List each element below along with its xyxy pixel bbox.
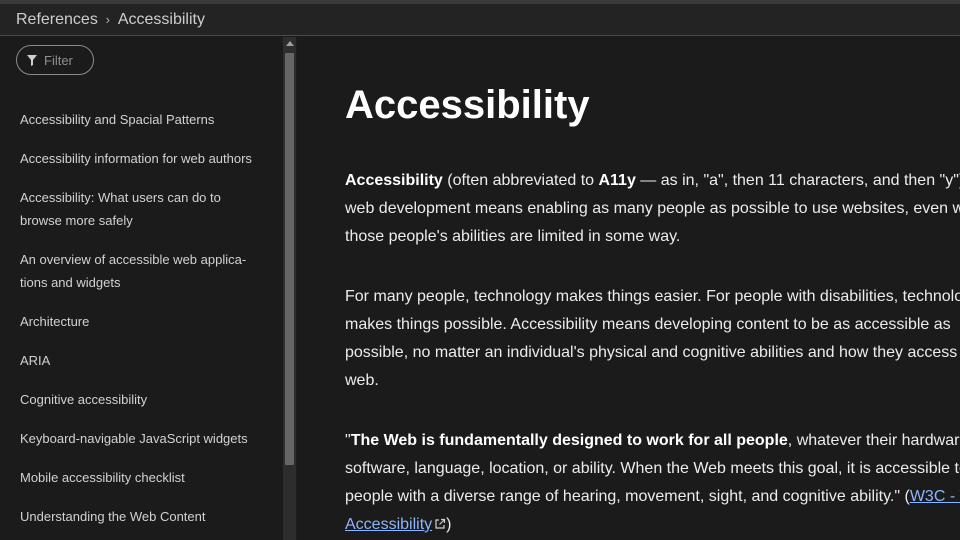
intro-line-3: those people's abilities are limited in … [345, 228, 681, 245]
scrollbar-thumb[interactable] [285, 53, 294, 465]
filter-placeholder: Filter [44, 52, 73, 68]
term-accessibility: Accessibility [345, 172, 443, 189]
sidebar-item-label: Accessibility information for web author… [20, 151, 252, 166]
technology-line-3: possible, no matter an individual's phys… [345, 344, 960, 361]
chevron-right-icon: › [105, 12, 110, 27]
quote-text: people with a diverse range of hearing, … [345, 488, 910, 505]
technology-line-4: web. [345, 372, 379, 389]
sidebar-item[interactable]: Accessibility: What users can do to brows… [20, 186, 280, 232]
scroll-up-arrow-icon[interactable] [286, 41, 294, 46]
term-a11y: A11y [598, 172, 636, 189]
filter-input[interactable]: Filter [16, 45, 94, 75]
intro-line-2: web development means enabling as many p… [345, 200, 960, 217]
quote-emphasis: The Web is fundamentally designed to wor… [350, 432, 788, 449]
sidebar-item-label: Cognitive accessibility [20, 392, 148, 407]
sidebar-item-label: browse more safely [20, 213, 133, 228]
sidebar-item[interactable]: Cognitive accessibility [20, 388, 280, 411]
sidebar-item[interactable]: Keyboard-navigable JavaScript widgets [20, 427, 280, 450]
sidebar-item-label: An overview of accessible web applica- [20, 252, 247, 267]
technology-paragraph: For many people, technology makes things… [345, 283, 960, 395]
technology-line-2: makes things possible. Accessibility mea… [345, 316, 951, 333]
sidebar-item-label: Accessibility and Spacial Patterns [20, 112, 215, 127]
quote-line-4: Accessibility) [345, 511, 960, 539]
intro-text: — as in, "a", then 11 characters, and th… [635, 172, 960, 189]
sidebar-item-label: Keyboard-navigable JavaScript widgets [20, 431, 248, 446]
quote-close: ) [446, 516, 452, 533]
technology-line-1: For many people, technology makes things… [345, 288, 960, 305]
breadcrumb-link-references[interactable]: References [16, 11, 98, 29]
intro-paragraph: Accessibility (often abbreviated to A11y… [345, 167, 960, 251]
main-content: Accessibility Accessibility (often abbre… [297, 37, 960, 540]
sidebar-item-label: ARIA [20, 353, 51, 368]
sidebar-nav: Accessibility and Spacial Patterns Access… [20, 108, 280, 540]
sidebar-item-label: Accessibility: What users can do to [20, 190, 221, 205]
quote-line-1: "The Web is fundamentally designed to wo… [345, 427, 960, 455]
quote-paragraph: "The Web is fundamentally designed to wo… [345, 427, 960, 539]
sidebar-item[interactable]: Architecture [20, 310, 280, 333]
page-title: Accessibility [345, 83, 590, 127]
sidebar-item[interactable]: Mobile accessibility checklist [20, 466, 280, 489]
quote-line-3: people with a diverse range of hearing, … [345, 483, 960, 511]
sidebar-item-label: Architecture [20, 314, 90, 329]
sidebar-item[interactable]: Accessibility information for web author… [20, 147, 280, 170]
sidebar-item-label: Mobile accessibility checklist [20, 470, 185, 485]
filter-icon [27, 54, 37, 66]
quote-line-2: software, language, location, or ability… [345, 460, 960, 477]
quote-text: , whatever their hardware, [787, 432, 960, 449]
intro-text: (often abbreviated to [442, 172, 599, 189]
sidebar: Filter Accessibility and Spacial Pattern… [0, 37, 283, 540]
w3c-link-continued[interactable]: Accessibility [345, 516, 432, 533]
sidebar-item[interactable]: An overview of accessible web applica-ti… [20, 248, 280, 294]
sidebar-item-label: tions and widgets [20, 275, 121, 290]
sidebar-item-label: Understanding the Web Content [20, 509, 206, 524]
sidebar-item[interactable]: Accessibility and Spacial Patterns [20, 108, 280, 131]
sidebar-item[interactable]: Understanding the Web Content [20, 505, 280, 528]
intro-line-1: Accessibility (often abbreviated to A11y… [345, 167, 960, 195]
breadcrumb: References › Accessibility [0, 0, 960, 36]
w3c-link[interactable]: W3C - Web [910, 488, 960, 505]
breadcrumb-current: Accessibility [117, 10, 205, 28]
sidebar-item[interactable]: ARIA [20, 349, 280, 372]
sidebar-scrollbar[interactable] [283, 37, 297, 540]
external-link-icon [435, 518, 446, 529]
